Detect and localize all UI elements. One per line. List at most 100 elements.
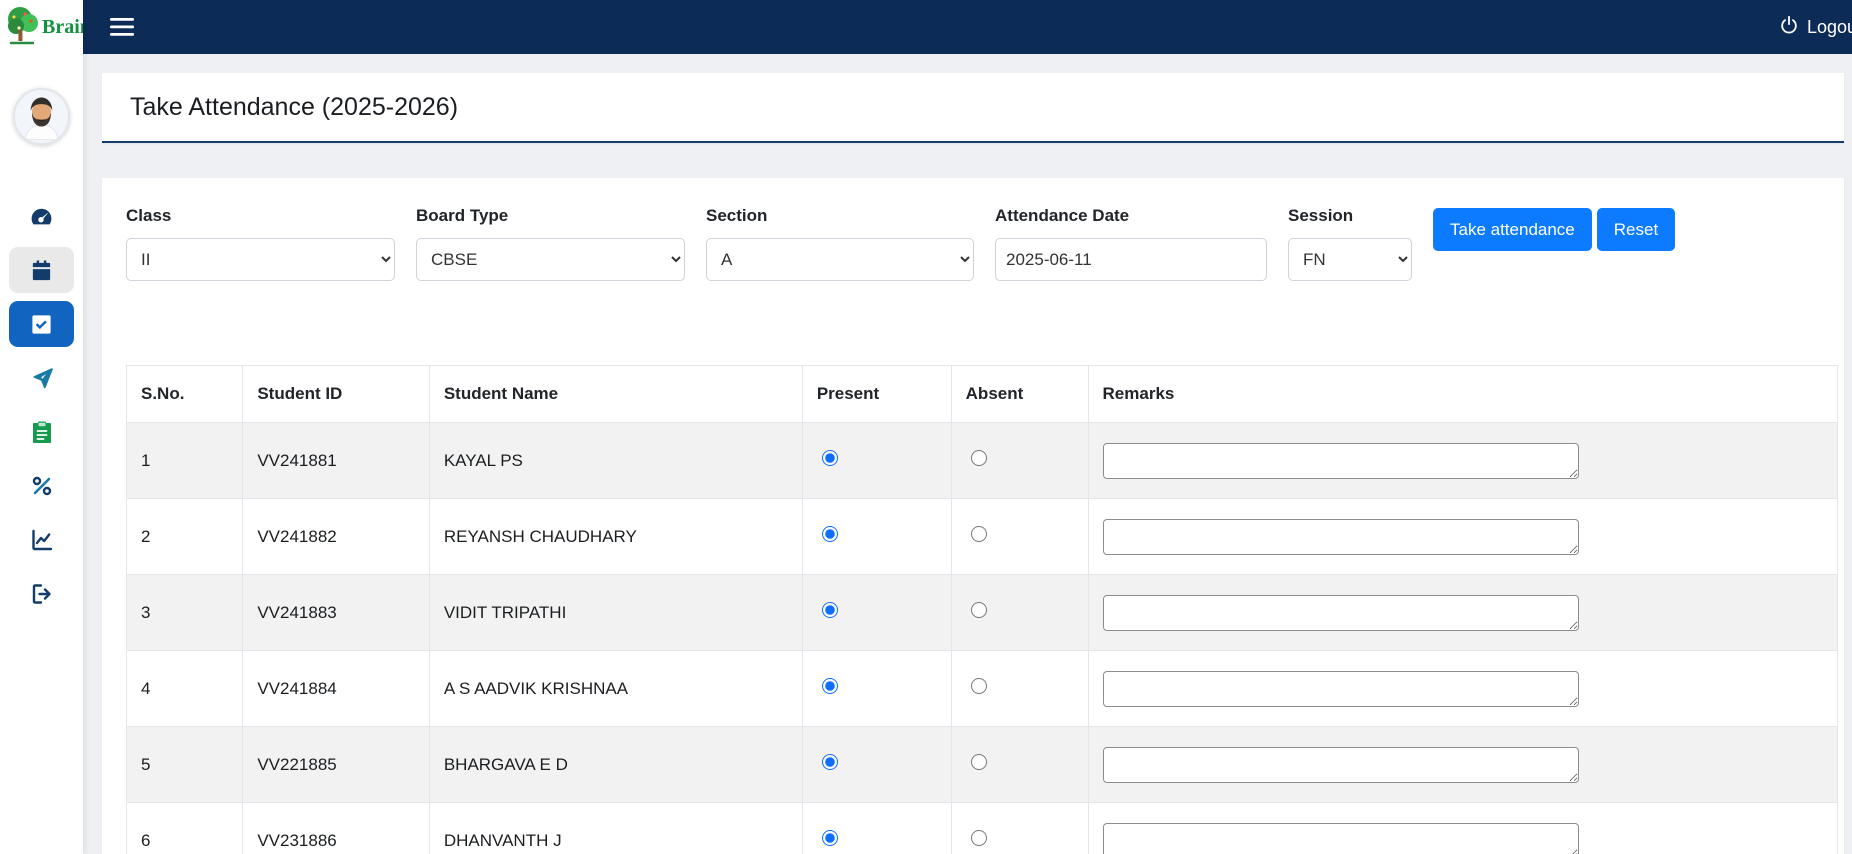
present-radio[interactable] [822, 526, 838, 542]
class-label: Class [126, 206, 395, 226]
attendance-date-filter-group: Attendance Date [995, 206, 1267, 281]
chart-line-icon [30, 528, 54, 552]
sidebar-item-attendance[interactable] [9, 301, 74, 347]
cell-remarks [1088, 651, 1837, 727]
column-header: S.No. [127, 366, 243, 423]
section-filter-group: Section A [706, 206, 974, 281]
user-avatar[interactable] [13, 88, 70, 145]
absent-radio[interactable] [971, 830, 987, 846]
column-header: Absent [951, 366, 1088, 423]
cell-student-name: A S AADVIK KRISHNAA [429, 651, 802, 727]
cell-present [802, 575, 951, 651]
cell-student-name: REYANSH CHAUDHARY [429, 499, 802, 575]
cell-remarks [1088, 803, 1837, 854]
cell-sno: 4 [127, 651, 243, 727]
remarks-textarea[interactable] [1103, 823, 1579, 854]
class-select[interactable]: II [126, 238, 395, 281]
cell-absent [951, 499, 1088, 575]
top-navbar: Logout [83, 0, 1852, 54]
cell-present [802, 499, 951, 575]
cell-absent [951, 575, 1088, 651]
hamburger-menu-icon[interactable] [110, 18, 134, 36]
absent-radio[interactable] [971, 450, 987, 466]
sidebar-item-chart[interactable] [9, 517, 74, 563]
section-select[interactable]: A [706, 238, 974, 281]
remarks-textarea[interactable] [1103, 747, 1579, 783]
check-square-icon [30, 313, 53, 336]
sidebar-item-signout[interactable] [9, 571, 74, 617]
logout-button[interactable]: Logout [1779, 15, 1852, 40]
attendance-date-input[interactable] [995, 238, 1267, 281]
board-type-filter-group: Board Type CBSE [416, 206, 685, 281]
cell-student-id: VV241883 [243, 575, 429, 651]
remarks-textarea[interactable] [1103, 595, 1579, 631]
table-row: 4 VV241884 A S AADVIK KRISHNAA [127, 651, 1838, 727]
page-title: Take Attendance (2025-2026) [130, 93, 458, 122]
present-radio[interactable] [822, 678, 838, 694]
cell-present [802, 727, 951, 803]
class-filter-group: Class II [126, 206, 395, 281]
cell-sno: 1 [127, 423, 243, 499]
paper-plane-icon [30, 366, 54, 390]
absent-radio[interactable] [971, 678, 987, 694]
table-row: 6 VV231886 DHANVANTH J [127, 803, 1838, 854]
cell-sno: 6 [127, 803, 243, 854]
sidebar-item-send[interactable] [9, 355, 74, 401]
board-type-label: Board Type [416, 206, 685, 226]
take-attendance-button[interactable]: Take attendance [1433, 208, 1592, 251]
absent-radio[interactable] [971, 602, 987, 618]
sidebar-item-report[interactable] [9, 409, 74, 455]
page-title-card: Take Attendance (2025-2026) [102, 73, 1844, 143]
session-filter-group: Session FN [1288, 206, 1412, 281]
remarks-textarea[interactable] [1103, 671, 1579, 707]
session-select[interactable]: FN [1288, 238, 1412, 281]
clipboard-icon [31, 420, 53, 444]
attendance-table-body: 1 VV241881 KAYAL PS 2 VV241882 REYANSH C… [127, 423, 1838, 854]
cell-present [802, 651, 951, 727]
cell-remarks [1088, 727, 1837, 803]
cell-student-id: VV241884 [243, 651, 429, 727]
sidebar-item-speedometer[interactable] [9, 193, 74, 239]
column-header: Student ID [243, 366, 429, 423]
present-radio[interactable] [822, 830, 838, 846]
remarks-textarea[interactable] [1103, 519, 1579, 555]
present-radio[interactable] [822, 450, 838, 466]
sidebar-item-percent[interactable] [9, 463, 74, 509]
board-type-select[interactable]: CBSE [416, 238, 685, 281]
cell-remarks [1088, 499, 1837, 575]
cell-student-id: VV231886 [243, 803, 429, 854]
reset-button[interactable]: Reset [1597, 208, 1675, 251]
sidebar-item-calendar[interactable] [9, 247, 74, 293]
brand-logo[interactable]: Brain [0, 0, 83, 54]
sidebar-nav [0, 193, 83, 617]
filter-actions: Take attendance Reset [1433, 208, 1675, 251]
percent-icon [30, 474, 54, 498]
cell-absent [951, 727, 1088, 803]
absent-radio[interactable] [971, 754, 987, 770]
column-header: Present [802, 366, 951, 423]
cell-sno: 3 [127, 575, 243, 651]
sidebar: Brain [0, 0, 83, 854]
attendance-table: S.No.Student IDStudent NamePresentAbsent… [126, 365, 1838, 854]
table-head: S.No.Student IDStudent NamePresentAbsent… [127, 366, 1838, 423]
present-radio[interactable] [822, 602, 838, 618]
attendance-card: Class II Board Type CBSE Section A [102, 178, 1844, 854]
cell-remarks [1088, 575, 1837, 651]
session-label: Session [1288, 206, 1412, 226]
column-header: Remarks [1088, 366, 1837, 423]
cell-sno: 5 [127, 727, 243, 803]
attendance-date-label: Attendance Date [995, 206, 1267, 226]
remarks-textarea[interactable] [1103, 443, 1579, 479]
present-radio[interactable] [822, 754, 838, 770]
cell-student-id: VV241881 [243, 423, 429, 499]
cell-remarks [1088, 423, 1837, 499]
table-row: 5 VV221885 BHARGAVA E D [127, 727, 1838, 803]
table-row: 3 VV241883 VIDIT TRIPATHI [127, 575, 1838, 651]
table-row: 2 VV241882 REYANSH CHAUDHARY [127, 499, 1838, 575]
power-icon [1779, 15, 1799, 40]
absent-radio[interactable] [971, 526, 987, 542]
cell-student-id: VV241882 [243, 499, 429, 575]
sign-out-icon [30, 582, 54, 606]
cell-absent [951, 651, 1088, 727]
cell-absent [951, 423, 1088, 499]
